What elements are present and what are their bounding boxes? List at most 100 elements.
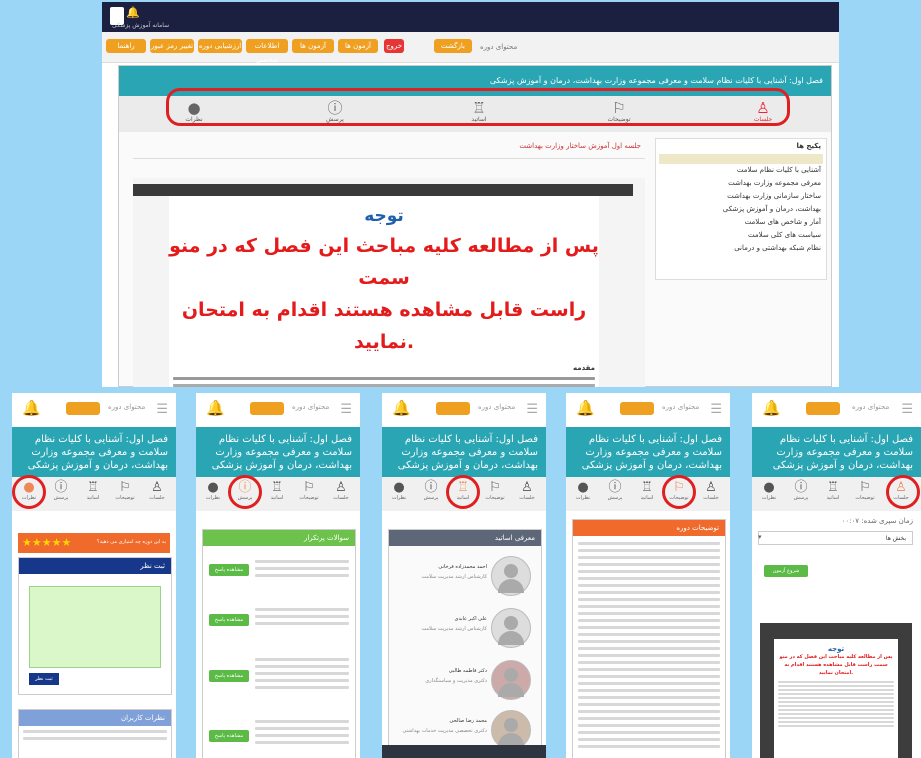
course-content-label: محتوای دوره — [480, 43, 518, 51]
tab-questions[interactable]: ⓘ پرسش — [46, 480, 76, 502]
tab-teachers[interactable]: ♖ اساتید — [632, 481, 662, 502]
rating-stars[interactable]: ★★★★★ — [22, 536, 71, 549]
exams-button[interactable]: آزمون ها — [292, 39, 334, 53]
menu-icon[interactable]: ☰ — [901, 402, 913, 417]
avatar — [491, 608, 531, 648]
section-select[interactable]: بخش ها — [758, 531, 913, 545]
tab-questions[interactable]: ⓘ پرسش — [600, 480, 630, 502]
faq-question — [255, 604, 349, 629]
start-exam-button[interactable]: شروع آزمون — [764, 565, 808, 577]
menu-icon[interactable]: ☰ — [340, 402, 352, 417]
tab-comments[interactable]: ● نظرات — [384, 480, 414, 502]
tab-comments[interactable]: ● نظرات — [198, 481, 228, 502]
back-button[interactable] — [250, 402, 284, 415]
chat-icon: ● — [393, 480, 405, 495]
menu-icon[interactable]: ☰ — [156, 402, 168, 417]
sidebar-item[interactable]: آمار و شاخص های سلامت — [656, 216, 826, 229]
logout-button[interactable]: خروج — [384, 39, 404, 53]
course-tabs: ● نظرات ⓘ پرسش ♖ اساتید ⚐ توضیحات ♙ جلسات — [566, 477, 730, 511]
bell-icon[interactable]: 🔔 — [22, 399, 41, 417]
tab-comments[interactable]: ● نظرات — [754, 481, 784, 502]
bell-icon[interactable]: 🔔 — [206, 399, 225, 417]
bell-icon[interactable]: 🔔 — [392, 399, 411, 417]
back-button[interactable] — [436, 402, 470, 415]
highlight-circle — [446, 475, 480, 509]
other-comments-header: نظرات کاربران — [19, 710, 171, 726]
courses-button[interactable]: آزمون ها — [338, 39, 378, 53]
sidebar-item[interactable]: نظام شبکه بهداشتی و درمانی — [656, 242, 826, 255]
tab-sessions[interactable]: ♙ جلسات — [142, 480, 172, 502]
sidebar-selected[interactable] — [659, 154, 823, 164]
tab-teachers[interactable]: ♖ اساتید — [262, 481, 292, 502]
person-icon: ♙ — [151, 480, 163, 495]
course-content-label: محتوای دوره — [108, 403, 146, 411]
other-comments: نظرات کاربران — [18, 709, 172, 758]
tab-questions[interactable]: ⓘ پرسش — [786, 481, 816, 502]
teachers-header: معرفی اساتید — [389, 530, 541, 546]
tab-sessions[interactable]: ♙ جلسات — [512, 480, 542, 502]
site-title: سامانه آموزش پزشکی — [112, 22, 170, 29]
sidebar-item[interactable]: بهداشت، درمان و آموزش پزشکی — [656, 203, 826, 216]
pdf-text — [774, 677, 898, 731]
sidebar-item[interactable]: سیاست های کلی سلامت — [656, 229, 826, 242]
highlight-circle — [228, 475, 262, 509]
notice-body: پس از مطالعه کلیه مباحث این فصل که در من… — [779, 654, 893, 676]
show-answer-button[interactable]: مشاهده پاسخ — [209, 614, 249, 626]
faq-question — [255, 654, 349, 693]
tab-questions[interactable]: ⓘ پرسش — [416, 481, 446, 502]
tab-sessions[interactable]: ♙ جلسات — [326, 481, 356, 502]
phone-description: 🔔 محتوای دوره ☰ فصل اول: آشنایی با کلیات… — [566, 393, 730, 758]
sidebar-item[interactable]: ساختار سازمانی وزارت بهداشت — [656, 190, 826, 203]
show-answer-button[interactable]: مشاهده پاسخ — [209, 670, 249, 682]
back-button[interactable] — [620, 402, 654, 415]
change-password-button[interactable]: تغییر رمز عبور — [150, 39, 194, 53]
bottom-bar — [382, 745, 546, 758]
tab-sessions[interactable]: ♙ جلسات — [696, 481, 726, 502]
question-icon: ⓘ — [54, 480, 68, 495]
divider — [133, 158, 645, 159]
desktop-window: 🔔 سامانه آموزش پزشکی راهنما تغییر رمز عب… — [102, 2, 839, 387]
tab-description[interactable]: ⚐ توضیحات — [294, 481, 324, 502]
evaluation-button[interactable]: ارزشیابی دوره — [198, 39, 242, 53]
tab-description[interactable]: ⚐ توضیحات — [850, 481, 880, 502]
help-button[interactable]: راهنما — [106, 39, 146, 53]
question-icon: ⓘ — [608, 480, 622, 495]
bell-icon[interactable]: 🔔 — [762, 399, 781, 417]
back-button[interactable] — [66, 402, 100, 415]
faq-question — [255, 556, 349, 581]
tab-description[interactable]: ⚐ توضیحات — [110, 481, 140, 502]
profile-button[interactable]: اطلاعات شخصی — [246, 39, 288, 64]
phone-header: 🔔 محتوای دوره ☰ — [12, 393, 176, 427]
phone-faq: 🔔 محتوای دوره ☰ فصل اول: آشنایی با کلیات… — [196, 393, 360, 758]
back-button[interactable]: بازگشت — [434, 39, 472, 53]
show-answer-button[interactable]: مشاهده پاسخ — [209, 564, 249, 576]
faq-header: سوالات پرتکرار — [203, 530, 355, 546]
course-title: فصل اول: آشنایی با کلیات نظام سلامت و مع… — [752, 427, 921, 477]
menu-icon[interactable]: ☰ — [526, 402, 538, 417]
person-icon: ♙ — [521, 480, 533, 495]
bell-icon[interactable]: 🔔 — [576, 399, 595, 417]
avatar — [491, 710, 531, 750]
desktop-header: 🔔 سامانه آموزش پزشکی — [102, 2, 839, 32]
show-answer-button[interactable]: مشاهده پاسخ — [209, 730, 249, 742]
document-note: جلسه اول آموزش ساختار وزارت بهداشت — [519, 142, 641, 150]
highlight-tabs-oval — [166, 88, 790, 126]
rating-bar[interactable]: ★★★★★ به این دوره چه امتیازی می دهید؟ — [18, 533, 170, 553]
rating-question: به این دوره چه امتیازی می دهید؟ — [96, 539, 166, 545]
sidebar-item[interactable]: معرفی مجموعه وزارت بهداشت — [656, 177, 826, 190]
course-content-label: محتوای دوره — [662, 403, 700, 411]
tab-description[interactable]: ⚐ توضیحات — [480, 481, 510, 502]
menu-icon[interactable]: ☰ — [710, 402, 722, 417]
tab-comments[interactable]: ● نظرات — [568, 481, 598, 502]
intro-heading: مقدمه — [573, 364, 595, 372]
description-text — [573, 536, 725, 754]
bell-icon[interactable]: 🔔 — [126, 6, 140, 19]
tab-teachers[interactable]: ♖ اساتید — [78, 481, 108, 502]
submit-comment-button[interactable]: ثبت نظر — [29, 673, 59, 685]
comment-textarea[interactable] — [29, 586, 161, 668]
phone-header: 🔔 محتوای دوره ☰ — [382, 393, 546, 427]
pdf-toolbar[interactable] — [133, 184, 633, 196]
back-button[interactable] — [806, 402, 840, 415]
tab-teachers[interactable]: ♖ اساتید — [818, 481, 848, 502]
sidebar-item[interactable]: آشنایی با کلیات نظام سلامت — [656, 164, 826, 177]
